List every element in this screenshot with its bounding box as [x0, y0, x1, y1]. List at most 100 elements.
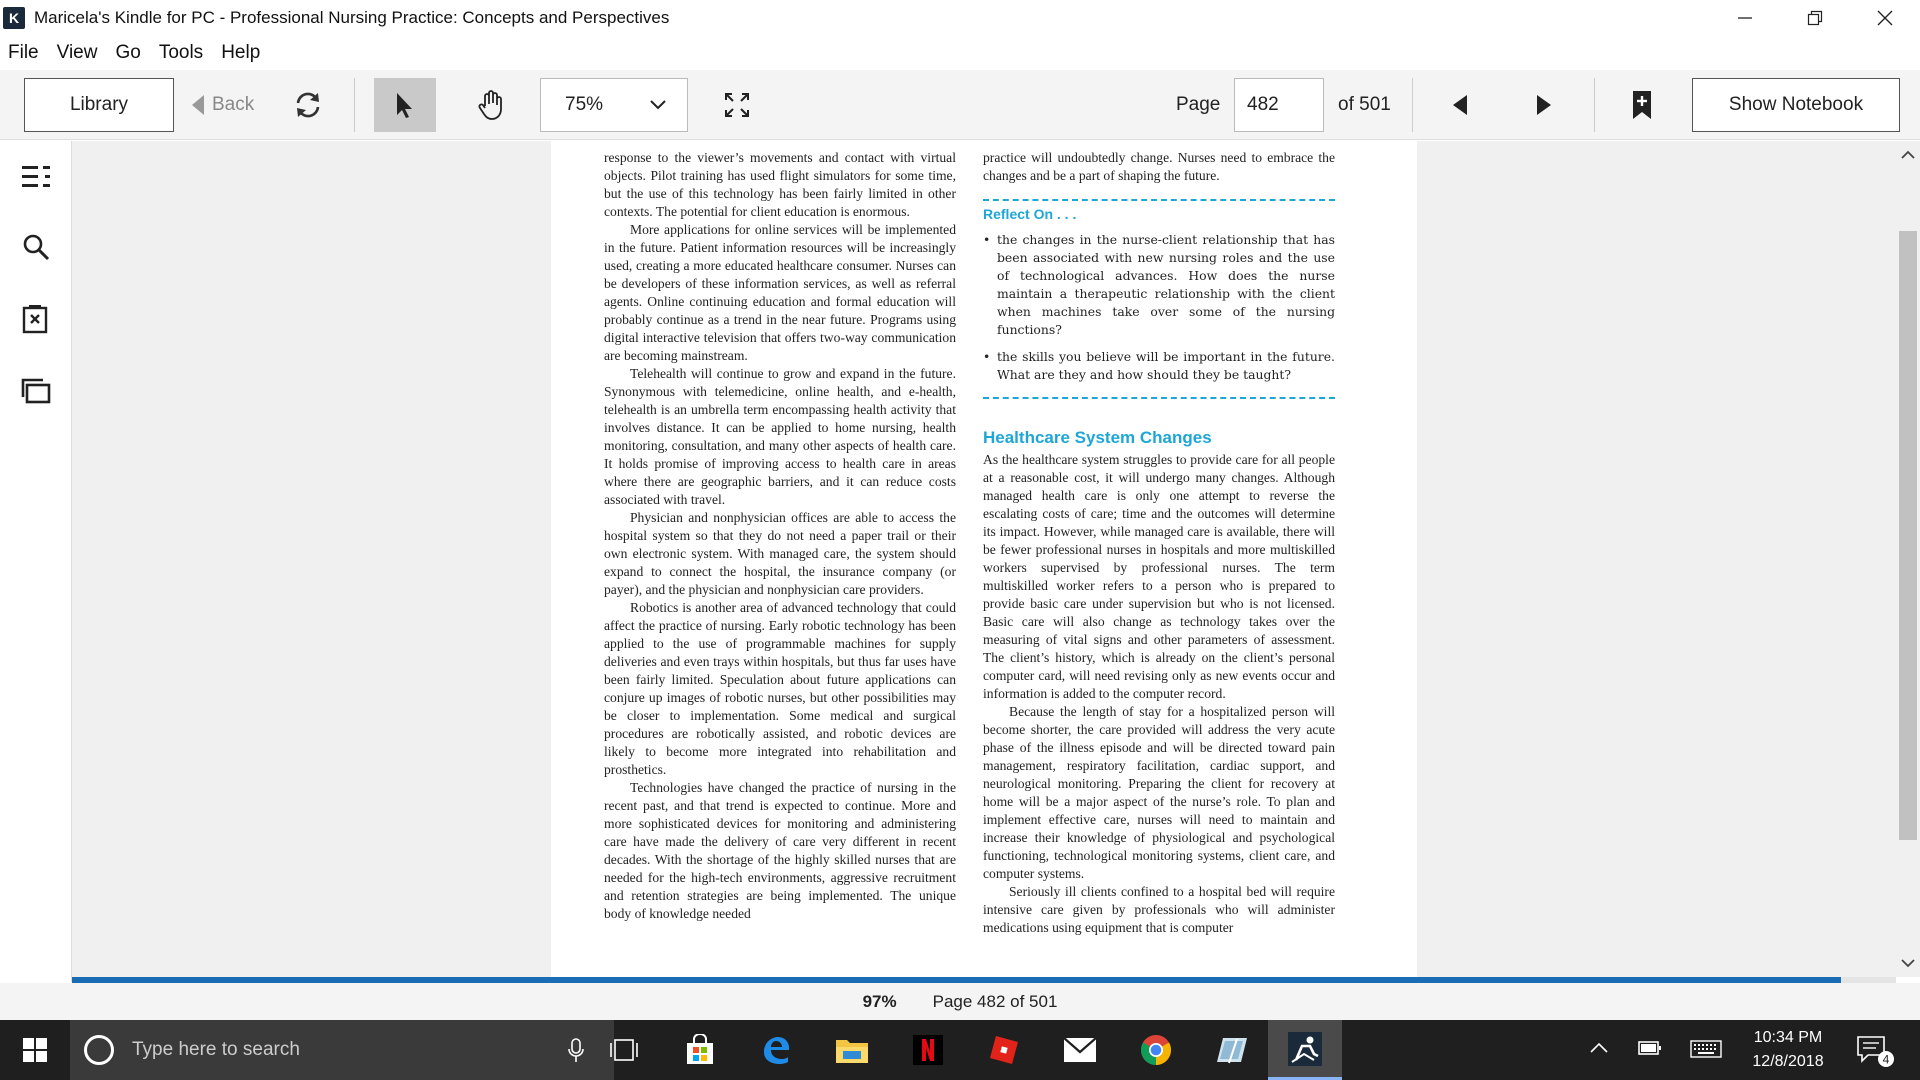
action-center-button[interactable]: 4 — [1856, 1034, 1896, 1073]
status-bar: 97% Page 482 of 501 — [0, 983, 1920, 1020]
book-paragraph: Physician and nonphysician offices are a… — [604, 510, 956, 597]
fullscreen-button[interactable] — [714, 80, 760, 130]
fullscreen-icon — [725, 93, 749, 117]
store-bag-icon — [687, 1034, 713, 1064]
edge-browser-icon — [764, 1037, 790, 1064]
page-label: Page — [1176, 94, 1221, 115]
page-flip-button[interactable] — [18, 373, 54, 409]
minimize-icon — [1738, 17, 1752, 19]
page-flip-icon — [21, 378, 51, 404]
taskbar-search-placeholder: Type here to search — [132, 1039, 300, 1060]
keyboard-icon[interactable] — [1690, 1040, 1722, 1058]
flashcards-button[interactable] — [18, 301, 54, 337]
search-button[interactable] — [18, 229, 54, 265]
taskbar-chrome[interactable] — [1125, 1020, 1187, 1080]
kindle-app-icon: K — [3, 7, 25, 29]
zoom-dropdown[interactable]: 75% — [540, 78, 688, 132]
taskbar-edge[interactable] — [745, 1020, 807, 1080]
page-right-column: practice will undoubtedly change. Nurses… — [983, 149, 1335, 937]
reflect-item: • the skills you believe will be importan… — [983, 349, 1335, 382]
menu-file[interactable]: File — [8, 42, 39, 64]
taskbar-search-box[interactable]: Type here to search — [70, 1020, 614, 1080]
battery-icon[interactable] — [1638, 1040, 1662, 1056]
taskbar-netflix[interactable] — [897, 1020, 959, 1080]
menu-bar: File View Go Tools Help — [0, 36, 1920, 70]
notification-count: 4 — [1883, 1053, 1890, 1067]
close-button[interactable] — [1850, 0, 1920, 36]
taskbar-kindle[interactable] — [1268, 1020, 1342, 1080]
scroll-down-button[interactable] — [1896, 953, 1920, 973]
menu-help[interactable]: Help — [221, 42, 260, 64]
previous-page-button[interactable] — [1440, 80, 1480, 130]
task-view-button[interactable] — [593, 1020, 655, 1080]
pan-tool-button[interactable] — [466, 78, 516, 132]
book-paragraph: Because the length of stay for a hospita… — [983, 704, 1335, 881]
toolbar: Library Back 75% Page 482 of 501 Show No… — [0, 70, 1920, 140]
back-arrow-icon — [192, 95, 204, 115]
mail-envelope-icon — [1063, 1037, 1097, 1062]
taskbar-roblox[interactable] — [973, 1020, 1035, 1080]
scroll-up-button[interactable] — [1896, 145, 1920, 165]
table-of-contents-button[interactable] — [18, 159, 54, 195]
book-paragraph: Telehealth will continue to grow and exp… — [604, 366, 956, 507]
sync-button[interactable] — [286, 80, 330, 130]
netflix-icon — [913, 1035, 943, 1065]
toolbar-divider — [1412, 78, 1413, 132]
chevron-down-icon — [650, 100, 666, 110]
library-button[interactable]: Library — [24, 78, 174, 132]
menu-view[interactable]: View — [57, 42, 98, 64]
page-status: Page 482 of 501 — [932, 991, 1058, 1011]
zoom-value: 75% — [565, 94, 604, 115]
page-number-input[interactable] — [1234, 78, 1324, 132]
notes-card-icon — [22, 305, 48, 334]
hand-icon — [478, 90, 502, 120]
book-paragraph: Seriously ill clients confined to a hosp… — [983, 884, 1335, 935]
book-paragraph: More applications for online services wi… — [604, 222, 956, 363]
menu-tools[interactable]: Tools — [159, 42, 203, 64]
add-bookmark-button[interactable] — [1624, 80, 1660, 130]
book-paragraph: As the healthcare system struggles to pr… — [983, 452, 1335, 701]
notes-pad-icon — [1217, 1038, 1247, 1064]
toolbar-divider — [1594, 78, 1595, 132]
taskbar-microsoft-store[interactable] — [669, 1020, 731, 1080]
book-page[interactable]: response to the viewer’s movements and c… — [551, 141, 1417, 977]
toolbar-divider — [354, 78, 355, 132]
vertical-scrollbar[interactable] — [1896, 141, 1920, 977]
restore-button[interactable] — [1780, 0, 1850, 36]
windows-taskbar: Type here to search 10:34 PM 12/8/2018 4 — [0, 1020, 1920, 1080]
windows-logo-icon — [23, 1038, 47, 1062]
show-notebook-button[interactable]: Show Notebook — [1692, 78, 1900, 132]
back-button[interactable]: Back — [190, 80, 254, 130]
roblox-icon — [990, 1036, 1018, 1064]
chrome-icon — [1140, 1035, 1172, 1065]
restore-icon — [1807, 10, 1823, 26]
back-label: Back — [212, 94, 255, 115]
next-page-button[interactable] — [1524, 80, 1564, 130]
reading-pane[interactable]: response to the viewer’s movements and c… — [72, 141, 1896, 977]
taskbar-notes-app[interactable] — [1201, 1020, 1263, 1080]
section-heading: Healthcare System Changes — [983, 428, 1212, 447]
clock-time: 10:34 PM — [1753, 1029, 1823, 1046]
triangle-right-icon — [1537, 95, 1551, 115]
left-navigation-rail — [0, 141, 72, 982]
chevron-up-icon[interactable] — [1590, 1042, 1608, 1054]
search-icon — [23, 234, 50, 261]
select-tool-button[interactable] — [374, 78, 436, 132]
page-left-column: response to the viewer’s movements and c… — [604, 149, 956, 923]
taskbar-file-explorer[interactable] — [821, 1020, 883, 1080]
microphone-icon[interactable] — [568, 1038, 584, 1064]
taskbar-mail[interactable] — [1049, 1020, 1111, 1080]
cursor-arrow-icon — [397, 93, 412, 118]
right-column-body: As the healthcare system struggles to pr… — [983, 451, 1335, 937]
triangle-left-icon — [1453, 95, 1467, 115]
reflect-title: Reflect On . . . — [983, 206, 1077, 222]
minimize-button[interactable] — [1710, 0, 1780, 36]
start-button[interactable] — [0, 1020, 70, 1080]
system-clock[interactable]: 10:34 PM 12/8/2018 — [1728, 1026, 1848, 1074]
book-paragraph: response to the viewer’s movements and c… — [604, 150, 956, 219]
right-column-intro: practice will undoubtedly change. Nurses… — [983, 150, 1335, 183]
menu-go[interactable]: Go — [115, 42, 140, 64]
bookmark-add-icon — [1633, 91, 1651, 119]
reflect-item: • the changes in the nurse-client relatio… — [983, 232, 1335, 337]
scrollbar-thumb[interactable] — [1899, 231, 1917, 840]
